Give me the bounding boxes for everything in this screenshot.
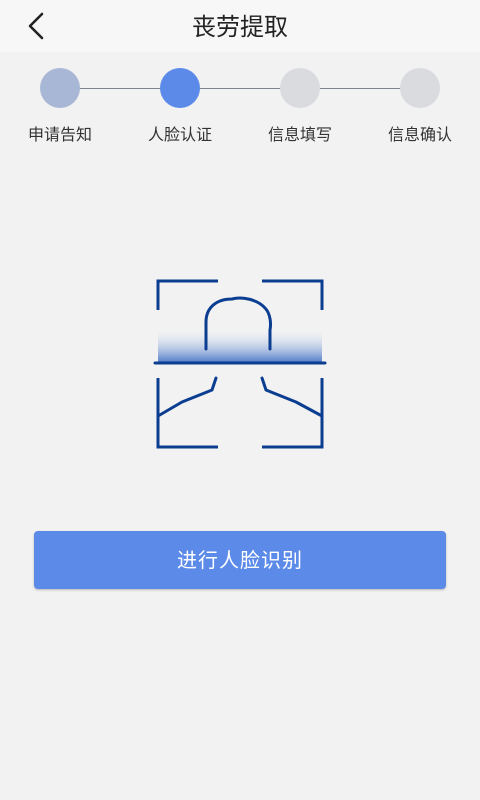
step-face-auth: 人脸认证 [125,68,235,145]
step-dot [280,68,320,108]
step-notice: 申请告知 [5,68,115,145]
step-dot [160,68,200,108]
progress-stepper: 申请告知 人脸认证 信息填写 信息确认 [0,52,480,162]
face-scan-icon [153,279,327,449]
step-label: 信息填写 [267,125,332,144]
step-label: 申请告知 [27,125,92,144]
header-bar: 丧劳提取 [0,0,480,52]
start-face-recognition-button[interactable]: 进行人脸识别 [34,531,446,589]
step-fill-info: 信息填写 [245,68,355,145]
step-label: 信息确认 [387,125,452,144]
step-confirm-info: 信息确认 [365,68,475,145]
step-label: 人脸认证 [147,125,212,144]
step-dot [40,68,80,108]
step-dot [400,68,440,108]
page-title: 丧劳提取 [192,13,288,41]
